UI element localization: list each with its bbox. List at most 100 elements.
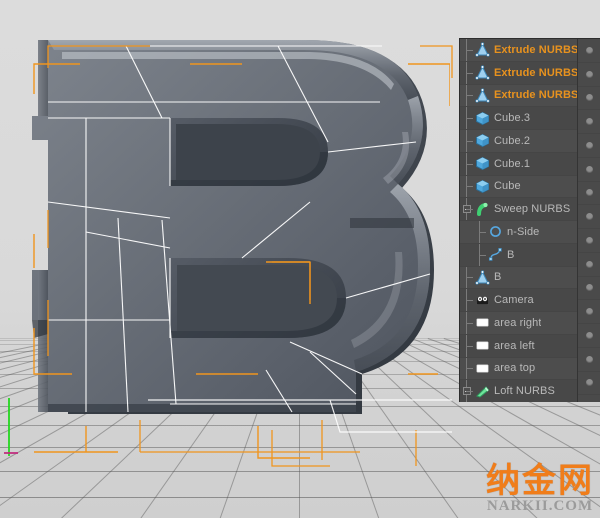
loft-nurbs-icon[interactable] (475, 384, 490, 399)
sweep-nurbs-icon[interactable] (475, 202, 490, 217)
object-list-item-label: Sweep NURBS (494, 203, 570, 215)
cube-icon[interactable] (475, 133, 490, 148)
object-list-item[interactable]: Extrude NURBS.1 (460, 39, 579, 62)
tree-connector (462, 198, 475, 220)
tree-connector (462, 153, 475, 175)
visibility-dot[interactable] (586, 166, 593, 173)
object-list-item[interactable]: Sweep NURBS (460, 198, 579, 221)
visibility-dot[interactable] (586, 379, 593, 386)
expand-collapse-icon[interactable] (463, 387, 471, 395)
object-list-item[interactable]: Camera (460, 289, 579, 312)
tree-connector (462, 289, 475, 311)
tree-connector (462, 312, 475, 334)
object-list-item[interactable]: area top (460, 358, 579, 381)
tree-connector (462, 380, 475, 402)
object-list-item-label: n-Side (507, 226, 539, 238)
visibility-dot[interactable] (586, 332, 593, 339)
object-list-item[interactable]: Cube.3 (460, 107, 579, 130)
visibility-dot-row[interactable] (578, 277, 600, 301)
area-light-icon[interactable] (475, 361, 490, 376)
object-list-item[interactable]: Extrude NURBS.1 (460, 62, 579, 85)
object-list[interactable]: Extrude NURBS.1 Extrude NURBS.1 Extrude … (460, 39, 579, 402)
object-list-item-label: Extrude NURBS.1 (494, 67, 579, 79)
visibility-dot-row[interactable] (578, 205, 600, 229)
n-side-spline-icon[interactable] (488, 224, 503, 239)
visibility-dot[interactable] (586, 284, 593, 291)
visibility-dot-row[interactable] (578, 372, 600, 396)
object-list-item[interactable]: Loft NURBS (460, 380, 579, 402)
visibility-dot[interactable] (586, 142, 593, 149)
letter-b-lower-counter-hole (177, 265, 337, 331)
object-list-item[interactable]: n-Side (460, 221, 579, 244)
tree-connector (462, 39, 475, 61)
object-list-item-label: Cube.1 (494, 158, 530, 170)
visibility-dot[interactable] (586, 189, 593, 196)
visibility-dot-row[interactable] (578, 253, 600, 277)
object-list-item[interactable]: Cube.2 (460, 130, 579, 153)
object-list-item[interactable]: B (460, 267, 579, 290)
tree-connector (462, 107, 475, 129)
object-list-item-label: Loft NURBS (494, 385, 555, 397)
extrude-nurbs-icon[interactable] (475, 42, 490, 57)
spline-icon[interactable] (488, 247, 503, 262)
object-list-item[interactable]: B (460, 244, 579, 267)
visibility-dot-row[interactable] (578, 39, 600, 63)
tree-connector (462, 85, 475, 107)
visibility-dot[interactable] (586, 118, 593, 125)
object-list-item-label: Extrude NURBS.1 (494, 89, 579, 101)
visibility-dot-row[interactable] (578, 229, 600, 253)
area-light-icon[interactable] (475, 338, 490, 353)
extrude-nurbs-icon[interactable] (475, 65, 490, 80)
letter-b-bottom-bevel (48, 404, 356, 412)
object-list-item-label: B (494, 271, 501, 283)
object-list-item-label: area right (494, 317, 541, 329)
object-list-item[interactable]: Cube.1 (460, 153, 579, 176)
visibility-dot[interactable] (586, 94, 593, 101)
visibility-dot[interactable] (586, 237, 593, 244)
object-list-item-label: B (507, 249, 514, 261)
visibility-dot[interactable] (586, 71, 593, 78)
visibility-dot[interactable] (586, 356, 593, 363)
visibility-dot-row[interactable] (578, 63, 600, 87)
expand-collapse-icon[interactable] (463, 205, 471, 213)
object-list-item-label: area left (494, 340, 535, 352)
visibility-dot-row[interactable] (578, 134, 600, 158)
object-list-item-label: Extrude NURBS.1 (494, 44, 579, 56)
cube-icon[interactable] (475, 179, 490, 194)
application-window: Extrude NURBS.1 Extrude NURBS.1 Extrude … (0, 0, 600, 518)
cube-icon[interactable] (475, 156, 490, 171)
tree-connector (462, 62, 475, 84)
visibility-dot-column[interactable] (577, 39, 600, 402)
extrude-nurbs-icon[interactable] (475, 88, 490, 103)
visibility-dot-row[interactable] (578, 348, 600, 372)
object-list-item-label: Camera (494, 294, 534, 306)
letter-b-geometry (10, 22, 450, 462)
letter-b-model[interactable] (10, 22, 450, 462)
visibility-dot-row[interactable] (578, 110, 600, 134)
tree-connector (462, 335, 475, 357)
object-list-item-label: Cube (494, 180, 521, 192)
object-manager[interactable]: Extrude NURBS.1 Extrude NURBS.1 Extrude … (459, 38, 600, 402)
visibility-dot[interactable] (586, 261, 593, 268)
object-list-item-label: area top (494, 362, 535, 374)
cube-icon[interactable] (475, 111, 490, 126)
camera-icon[interactable] (475, 293, 490, 308)
visibility-dot-row[interactable] (578, 300, 600, 324)
visibility-dot-row[interactable] (578, 324, 600, 348)
area-light-icon[interactable] (475, 315, 490, 330)
tree-connector (462, 130, 475, 152)
tree-connector (462, 358, 475, 380)
visibility-dot-row[interactable] (578, 182, 600, 206)
visibility-dot[interactable] (586, 213, 593, 220)
visibility-dot[interactable] (586, 308, 593, 315)
tree-connector (462, 176, 475, 198)
object-list-item[interactable]: Extrude NURBS.1 (460, 85, 579, 108)
visibility-dot-row[interactable] (578, 87, 600, 111)
object-list-item[interactable]: area left (460, 335, 579, 358)
visibility-dot-row[interactable] (578, 395, 600, 402)
object-list-item[interactable]: area right (460, 312, 579, 335)
visibility-dot[interactable] (586, 47, 593, 54)
extrude-nurbs-icon[interactable] (475, 270, 490, 285)
visibility-dot-row[interactable] (578, 158, 600, 182)
object-list-item[interactable]: Cube (460, 176, 579, 199)
